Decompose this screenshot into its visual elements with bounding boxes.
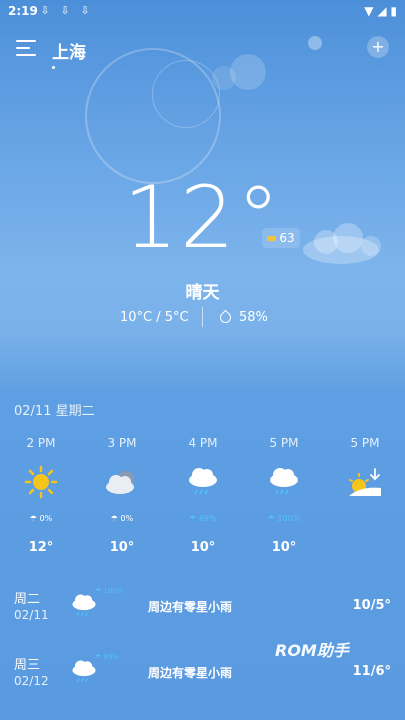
- hour-precip: ☂ 0%: [29, 514, 53, 523]
- download-icon: ⇩: [80, 4, 90, 17]
- day-precip: ☂ 100%: [95, 587, 124, 595]
- hour-precip: ☂ 69%: [189, 514, 217, 523]
- cell-signal-icon: ◢: [377, 4, 387, 18]
- plus-icon[interactable]: +: [367, 36, 389, 58]
- download-icon: ⇩: [60, 4, 70, 17]
- day-temps: 10/5°: [352, 598, 391, 613]
- current-temperature: 12°: [123, 168, 282, 268]
- temperature-range: 10°C / 5°C: [120, 310, 189, 325]
- rain-icon: [70, 592, 98, 624]
- daily-row[interactable]: 周二 02/11 ☂ 100% 周边有零星小雨 10/5°: [0, 587, 405, 638]
- sun-icon: [6, 462, 76, 502]
- hour-temp: 10°: [109, 540, 135, 555]
- hour-temp: 12°: [28, 540, 54, 555]
- city-name[interactable]: 上海: [52, 38, 86, 63]
- leaf-icon: [267, 236, 277, 241]
- rain-icon: [70, 658, 98, 690]
- day-date: 02/11: [14, 608, 49, 622]
- cloudy-icon: [87, 462, 157, 502]
- current-condition: 晴天: [185, 283, 220, 303]
- hour-temp: 10°: [271, 540, 297, 555]
- download-icon: ⇩: [40, 4, 50, 17]
- sunset-icon: [330, 462, 400, 502]
- day-name: 周三: [14, 658, 41, 673]
- aqi-value: 63: [279, 231, 295, 245]
- divider: [202, 307, 203, 327]
- hour-time: 2 PM: [26, 436, 56, 450]
- day-temps: 11/6°: [352, 664, 391, 679]
- drop-icon: [217, 309, 234, 326]
- day-condition: 周边有零星小雨: [148, 666, 233, 680]
- hour-time: 4 PM: [188, 436, 218, 450]
- hour-precip: ☂ 100%: [267, 514, 301, 523]
- day-name: 周二: [14, 592, 41, 607]
- hour-temp: 10°: [190, 540, 216, 555]
- hour-item: 5 PM ☂ 100% 10°: [249, 436, 319, 555]
- humidity: 58%: [217, 309, 268, 326]
- hour-item: 3 PM ☂ 0% 10°: [87, 436, 157, 555]
- hour-item: 2 PM ☂ 0% 12°: [6, 436, 76, 555]
- page-indicator-dot: [52, 66, 55, 69]
- aqi-badge[interactable]: 63: [262, 228, 300, 248]
- flare-blob: [308, 36, 322, 50]
- status-bar: 2:19 ⇩ ⇩ ⇩ ▼ ◢ ▮: [0, 0, 405, 24]
- battery-icon: ▮: [390, 4, 397, 18]
- daily-row[interactable]: 周三 02/12 ☂ 99% 周边有零星小雨 11/6°: [0, 653, 405, 704]
- hour-item: 4 PM ☂ 69% 10°: [168, 436, 238, 555]
- day-condition: 周边有零星小雨: [148, 600, 233, 614]
- date-label: 02/11 星期二: [14, 404, 95, 419]
- status-time: 2:19: [8, 4, 38, 18]
- menu-icon[interactable]: [16, 40, 36, 58]
- rain-icon: [168, 462, 238, 502]
- watermark: ROM助手: [275, 641, 349, 660]
- flare-ring: [152, 60, 220, 128]
- hour-item: 5 PM: [330, 436, 400, 540]
- hour-time: 5 PM: [269, 436, 299, 450]
- hour-time: 3 PM: [107, 436, 137, 450]
- wifi-icon: ▼: [364, 4, 374, 18]
- signal-icons: ▼ ◢ ▮: [364, 4, 397, 18]
- rain-icon: [249, 462, 319, 502]
- hour-time: 5 PM: [350, 436, 380, 450]
- day-date: 02/12: [14, 674, 49, 688]
- day-precip: ☂ 99%: [95, 653, 120, 661]
- hour-precip: ☂ 0%: [110, 514, 134, 523]
- humidity-value: 58%: [239, 310, 268, 325]
- flare-blob: [230, 54, 266, 90]
- hour-precip: [330, 514, 400, 526]
- hourly-forecast[interactable]: 2 PM ☂ 0% 12° 3 PM ☂ 0% 10° 4 PM ☂ 69% 1…: [0, 436, 405, 566]
